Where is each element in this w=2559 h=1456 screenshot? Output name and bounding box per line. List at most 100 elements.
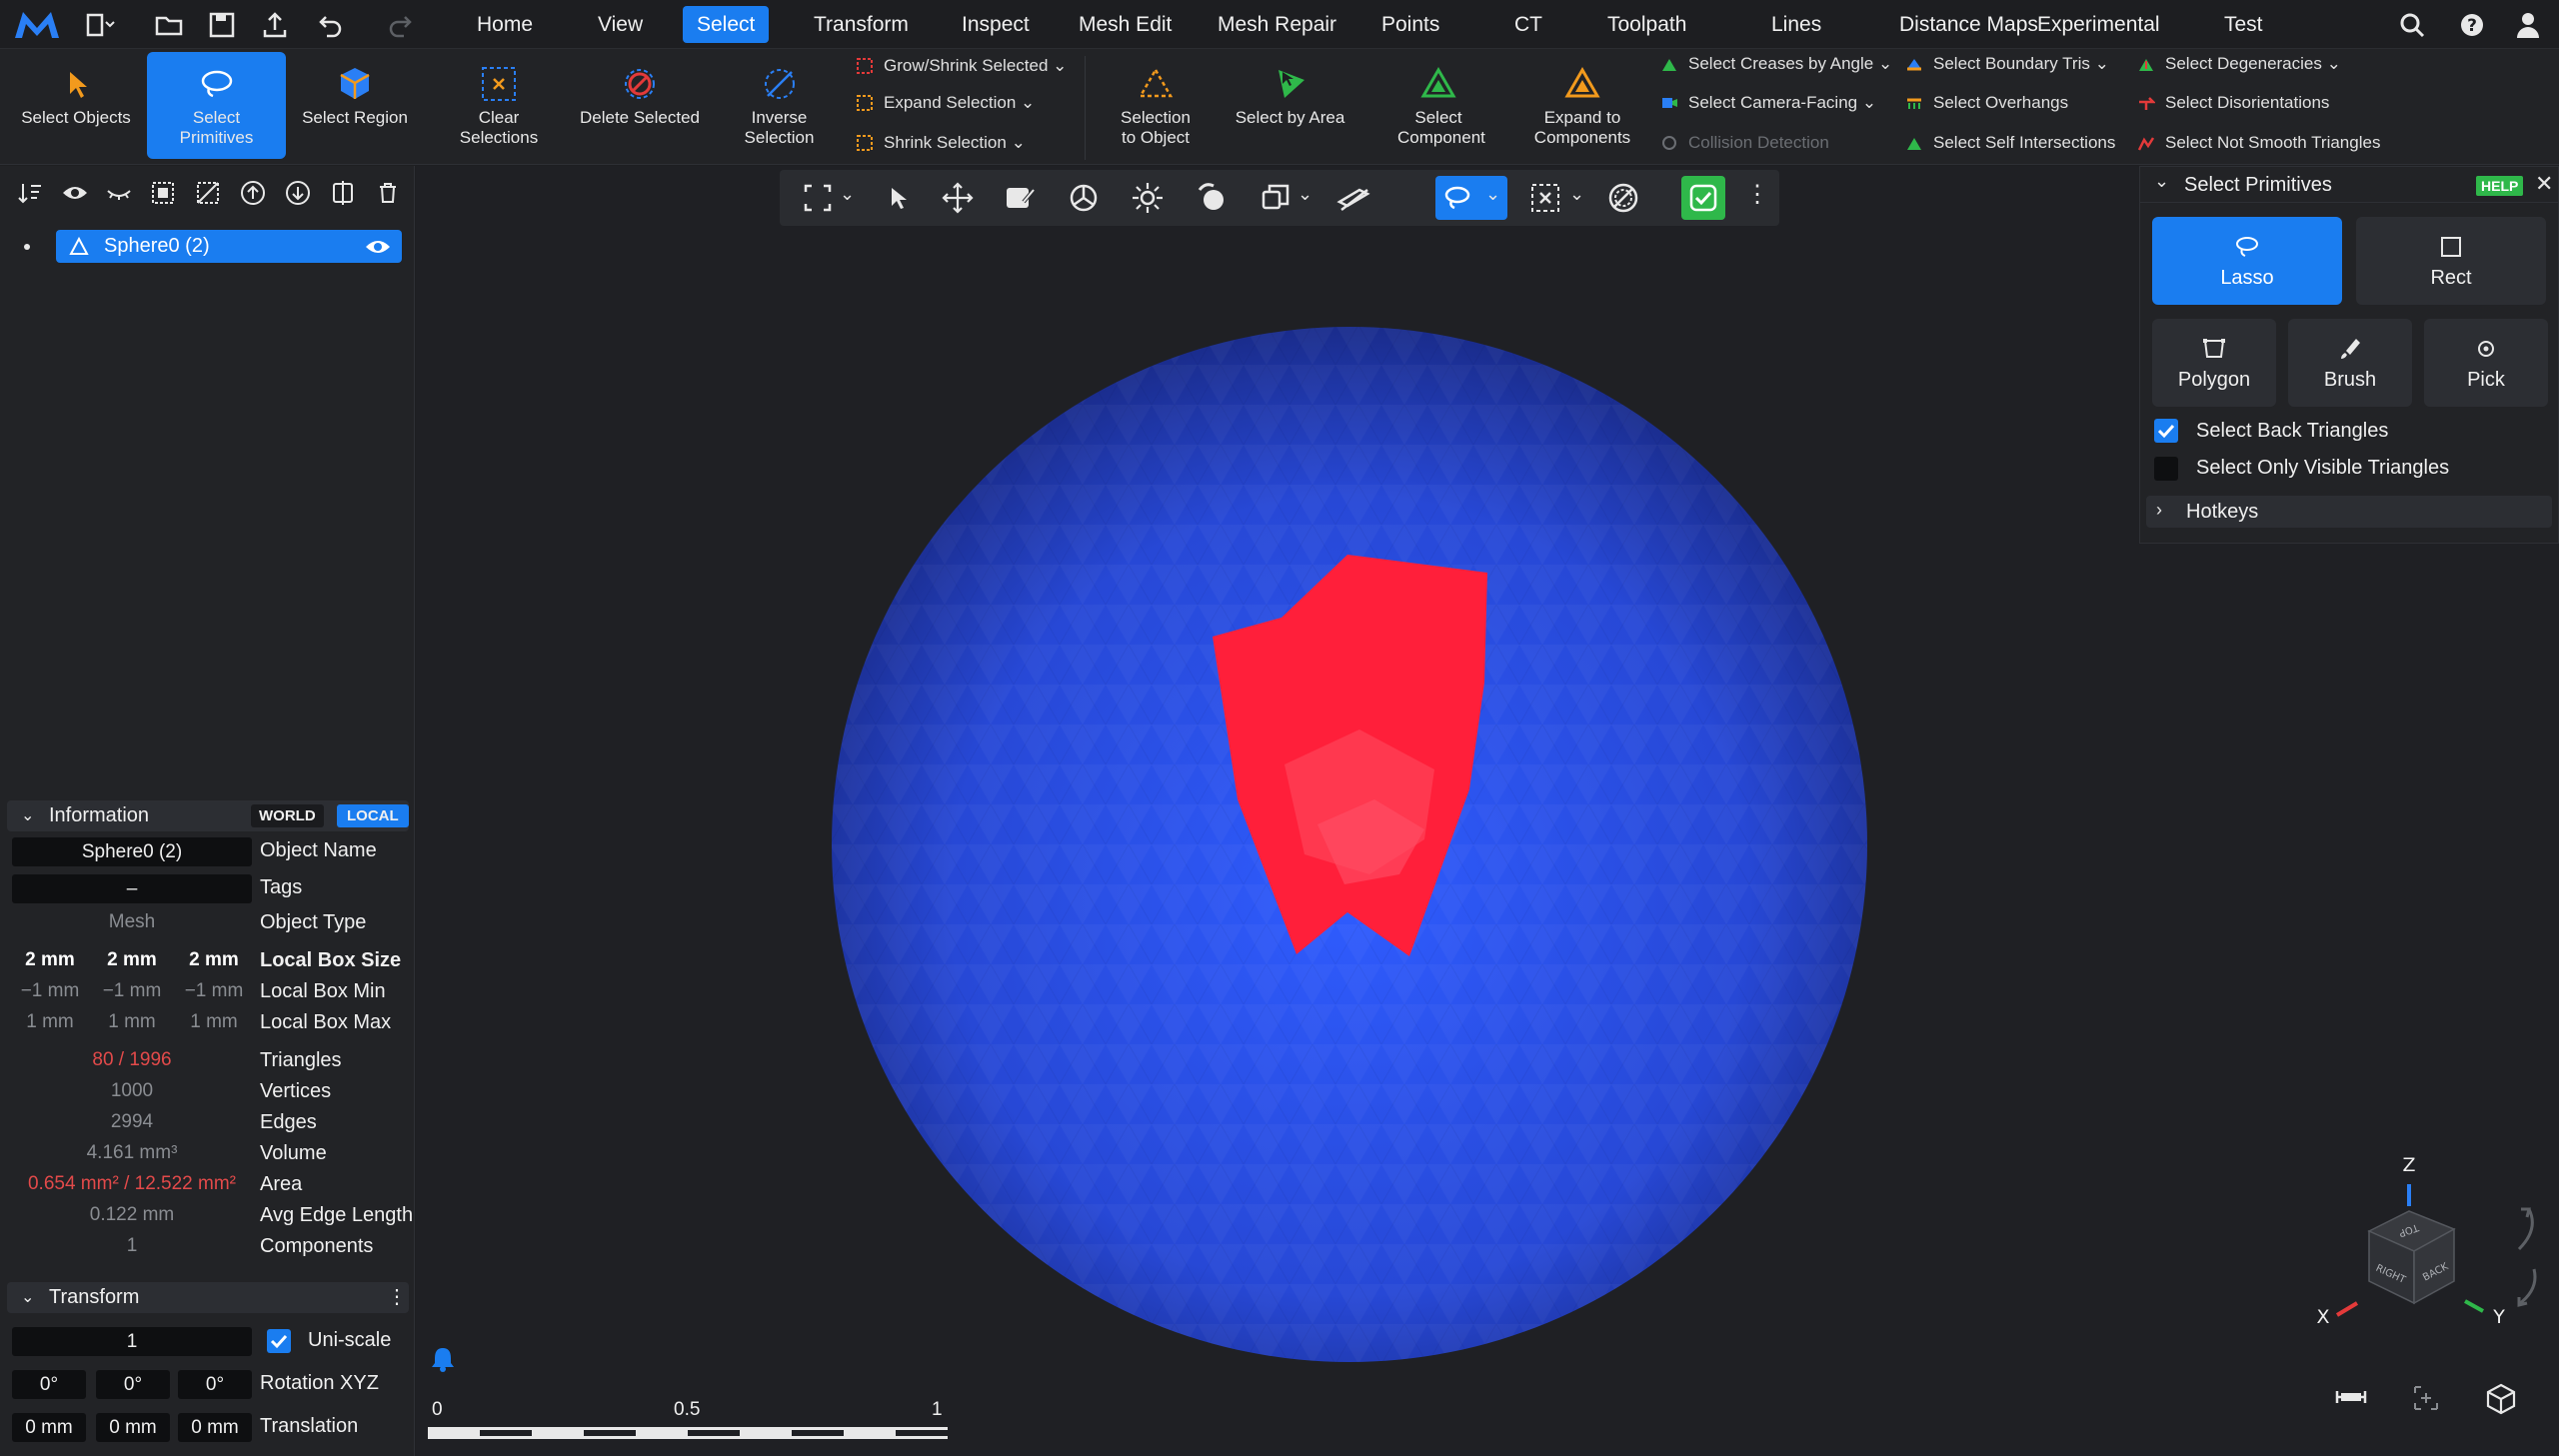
view-cube-gizmo[interactable]: TOP RIGHT BACK Z X Y (2309, 1149, 2549, 1329)
select-disorientations-button[interactable]: Select Disorientations (2131, 88, 2329, 118)
rotate-cw-icon[interactable] (2517, 1207, 2534, 1251)
tab-view[interactable]: View (584, 6, 657, 43)
sort-icon[interactable] (15, 178, 45, 208)
search-icon[interactable] (2395, 8, 2429, 42)
rotate-view-icon[interactable] (1130, 180, 1166, 216)
select-self-intersections-button[interactable]: Select Self Intersections (1899, 128, 2115, 158)
selection-to-object-button[interactable]: Selection to Object (1100, 52, 1212, 159)
rect-tool-button[interactable]: Rect (2356, 217, 2546, 305)
tab-test[interactable]: Test (2210, 6, 2277, 43)
axis-frame-icon[interactable] (2409, 1381, 2443, 1415)
tab-experimental[interactable]: Experimental (2023, 6, 2174, 43)
notification-bell-icon[interactable] (430, 1345, 456, 1373)
select-boundary-tris-button[interactable]: Select Boundary Tris ⌄ (1899, 49, 2109, 79)
transform-section-header[interactable]: ⌄ Transform ⋮ (7, 1282, 409, 1313)
select-creases-button[interactable]: Select Creases by Angle ⌄ (1654, 49, 1892, 79)
tab-toolpath[interactable]: Toolpath (1593, 6, 1700, 43)
world-toggle[interactable]: WORLD (251, 804, 324, 827)
move-icon[interactable] (940, 180, 976, 216)
tab-lines[interactable]: Lines (1757, 6, 1835, 43)
pick-tool-button[interactable]: Pick (2424, 319, 2548, 407)
eye-closed-icon[interactable] (104, 178, 134, 208)
local-toggle[interactable]: LOCAL (337, 804, 409, 827)
back-triangles-checkbox[interactable] (2154, 419, 2178, 443)
chevron-down-icon[interactable]: ⌄ (1569, 184, 1584, 205)
new-file-icon[interactable] (82, 8, 116, 42)
clear-selection-icon[interactable] (1527, 180, 1563, 216)
close-icon[interactable]: ✕ (2535, 171, 2553, 197)
tab-select[interactable]: Select (683, 6, 770, 43)
help-badge[interactable]: HELP (2476, 176, 2524, 196)
trash-icon[interactable] (373, 178, 403, 208)
tab-mesh-repair[interactable]: Mesh Repair (1204, 6, 1350, 43)
uniscale-checkbox[interactable] (267, 1329, 291, 1353)
select-component-button[interactable]: Select Component (1379, 52, 1497, 159)
tags-field[interactable]: – (12, 874, 252, 903)
object-name-field[interactable]: Sphere0 (2) (12, 837, 252, 866)
select-objects-button[interactable]: Select Objects (10, 52, 142, 159)
information-section-header[interactable]: ⌄ Information WORLD LOCAL (7, 800, 409, 831)
pointer-icon[interactable] (880, 180, 916, 216)
polygon-tool-button[interactable]: Polygon (2152, 319, 2276, 407)
select-all-icon[interactable] (148, 178, 178, 208)
lasso-mode-button[interactable]: ⌄ (1435, 176, 1507, 220)
move-up-icon[interactable] (238, 178, 268, 208)
rotation-y-field[interactable]: 0° (96, 1370, 170, 1399)
tab-home[interactable]: Home (463, 6, 547, 43)
delete-selected-button[interactable]: Delete Selected (575, 52, 705, 159)
chevron-down-icon[interactable]: ⌄ (840, 184, 855, 205)
tab-mesh-edit[interactable]: Mesh Edit (1065, 6, 1186, 43)
select-not-smooth-button[interactable]: Select Not Smooth Triangles (2131, 128, 2380, 158)
lasso-tool-button[interactable]: Lasso (2152, 217, 2342, 305)
measure-icon[interactable] (2333, 1383, 2369, 1411)
more-options-icon[interactable]: ⋮ (1745, 180, 1769, 209)
perspective-cube-icon[interactable] (2483, 1381, 2519, 1417)
translation-z-field[interactable]: 0 mm (178, 1413, 252, 1442)
grow-shrink-selected-button[interactable]: Grow/Shrink Selected ⌄ (850, 51, 1067, 81)
orbit-icon[interactable] (1066, 180, 1102, 216)
redo-icon[interactable] (385, 8, 419, 42)
select-camera-facing-button[interactable]: Select Camera-Facing ⌄ (1654, 88, 1876, 118)
save-icon[interactable] (205, 8, 239, 42)
chevron-down-icon[interactable]: ⌄ (2154, 171, 2169, 192)
export-icon[interactable] (258, 8, 292, 42)
select-degeneracies-button[interactable]: Select Degeneracies ⌄ (2131, 49, 2341, 79)
rotate-ccw-icon[interactable] (2517, 1268, 2537, 1307)
open-folder-icon[interactable] (152, 8, 186, 42)
user-icon[interactable] (2511, 8, 2545, 42)
select-primitives-button[interactable]: Select Primitives (147, 52, 286, 159)
light-icon[interactable] (1194, 180, 1230, 216)
rotation-z-field[interactable]: 0° (178, 1370, 252, 1399)
expand-selection-button[interactable]: Expand Selection ⌄ (850, 88, 1035, 118)
edit-shape-icon[interactable] (1002, 180, 1038, 216)
clipping-plane-icon[interactable] (1335, 180, 1371, 216)
chevron-down-icon[interactable]: ⌄ (1297, 184, 1312, 205)
deselect-icon[interactable] (193, 178, 223, 208)
fit-view-icon[interactable] (800, 180, 836, 216)
kebab-menu-icon[interactable]: ⋮ (387, 1282, 407, 1313)
brush-tool-button[interactable]: Brush (2288, 319, 2412, 407)
undo-icon[interactable] (312, 8, 346, 42)
translation-y-field[interactable]: 0 mm (96, 1413, 170, 1442)
rotation-x-field[interactable]: 0° (12, 1370, 86, 1399)
clear-selections-button[interactable]: Clear Selections (440, 52, 558, 159)
translation-x-field[interactable]: 0 mm (12, 1413, 86, 1442)
expand-to-components-button[interactable]: Expand to Components (1517, 52, 1647, 159)
layers-icon[interactable] (1258, 180, 1293, 216)
tab-ct[interactable]: CT (1500, 6, 1556, 43)
tab-points[interactable]: Points (1367, 6, 1453, 43)
visibility-eye-icon[interactable] (364, 236, 392, 258)
select-by-area-button[interactable]: Select by Area (1228, 52, 1352, 159)
eye-icon[interactable] (60, 178, 90, 208)
tab-transform[interactable]: Transform (800, 6, 923, 43)
select-overhangs-button[interactable]: Select Overhangs (1899, 88, 2068, 118)
move-down-icon[interactable] (283, 178, 313, 208)
split-icon[interactable] (328, 178, 358, 208)
select-region-button[interactable]: Select Region (290, 52, 420, 159)
inverse-selection-button[interactable]: Inverse Selection (722, 52, 837, 159)
no-select-icon[interactable] (1605, 180, 1641, 216)
hotkeys-section[interactable]: › Hotkeys (2146, 496, 2552, 528)
scale-field[interactable]: 1 (12, 1327, 252, 1356)
scene-tree-item[interactable]: Sphere0 (2) (56, 230, 402, 263)
confirm-button[interactable] (1681, 176, 1725, 220)
